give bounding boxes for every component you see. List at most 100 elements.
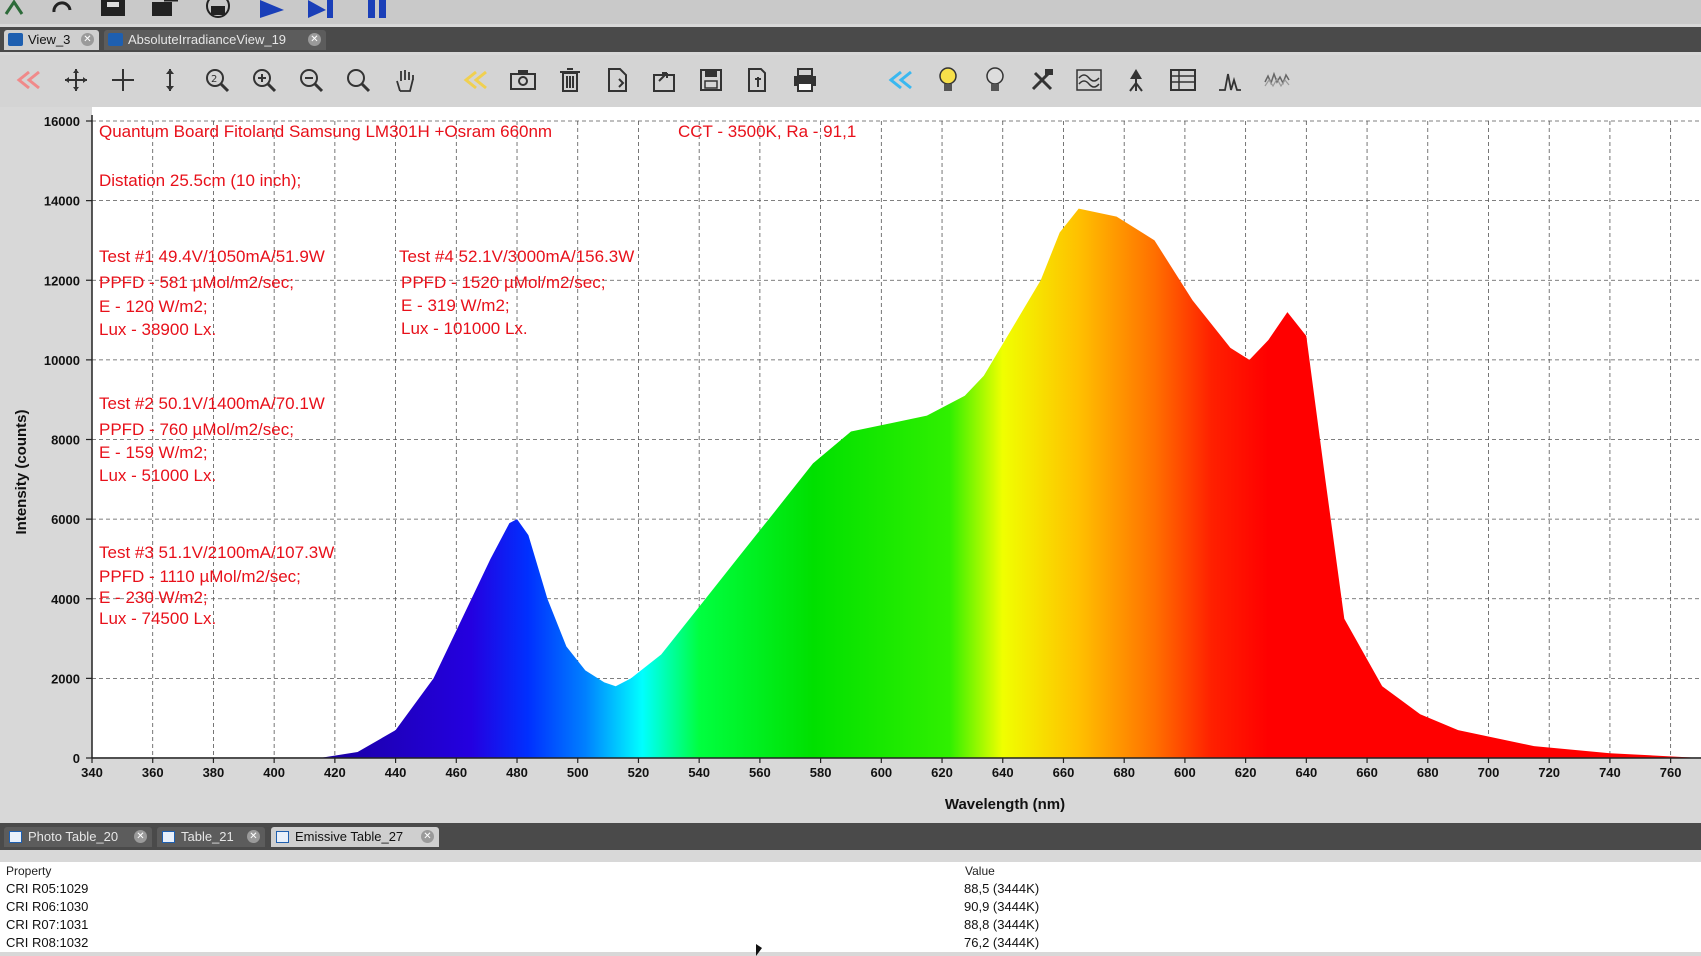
play-icon[interactable] <box>256 0 286 18</box>
zoom-fit-icon[interactable] <box>343 65 373 95</box>
y-axis-label: Intensity (counts) <box>13 409 30 534</box>
table-tab-icon <box>276 831 289 843</box>
move-cross-icon[interactable] <box>61 65 91 95</box>
pause-icon[interactable] <box>364 0 394 18</box>
table-icon[interactable] <box>1168 65 1198 95</box>
value-cell: 90,9 (3444K) <box>964 899 1040 914</box>
column-header-property[interactable]: Property <box>6 864 51 878</box>
x-tick-label: 400 <box>263 765 285 780</box>
annotation-test1-title: Test #1 49.4V/1050mA/51.9W <box>99 247 325 266</box>
table-header: Property Value <box>0 862 1701 879</box>
x-tick-label: 600 <box>1174 765 1196 780</box>
camera-icon[interactable] <box>508 65 538 95</box>
trash-icon[interactable] <box>555 65 585 95</box>
x-tick-label: 460 <box>445 765 467 780</box>
svg-text:2: 2 <box>211 74 217 85</box>
annotation-cct: CCT - 3500K, Ra - 91,1 <box>678 122 856 141</box>
tools-icon[interactable] <box>1027 65 1057 95</box>
x-tick-label: 600 <box>870 765 892 780</box>
x-tick-label: 640 <box>992 765 1014 780</box>
value-cell: 88,5 (3444K) <box>964 881 1040 896</box>
annotation-test3-ppfd: PPFD - 1110 µMol/m2/sec; <box>99 567 301 586</box>
table-tab-bar: Photo Table_20 ✕ Table_21 ✕ Emissive Tab… <box>0 823 1701 850</box>
bulb-off-icon[interactable] <box>980 65 1010 95</box>
tab-absolute-irradiance-view[interactable]: AbsoluteIrradianceView_19 ✕ <box>104 30 326 50</box>
y-tick-label: 16000 <box>44 114 80 129</box>
annotation-test3-title: Test #3 51.1V/2100mA/107.3W <box>99 543 334 562</box>
zoom-reset-icon[interactable]: 2 <box>202 65 232 95</box>
table-row[interactable]: CRI R08:1032 76,2 (3444K) <box>0 934 1701 952</box>
x-tick-label: 420 <box>324 765 346 780</box>
refresh-icon[interactable] <box>48 0 78 18</box>
annotation-test4-lux: Lux - 101000 Lx. <box>401 319 528 338</box>
crosshair-icon[interactable] <box>108 65 138 95</box>
export-icon[interactable] <box>649 65 679 95</box>
y-tick-label: 10000 <box>44 353 80 368</box>
table-tab-icon <box>9 831 22 843</box>
wave-icon[interactable] <box>1074 65 1104 95</box>
annotation-test2-e: E - 159 W/m2; <box>99 443 208 462</box>
pan-hand-icon[interactable] <box>390 65 420 95</box>
table-row[interactable]: CRI R07:1031 88,8 (3444K) <box>0 916 1701 934</box>
x-tick-label: 680 <box>1113 765 1135 780</box>
annotation-test4-title: Test #4 52.1V/3000mA/156.3W <box>399 247 634 266</box>
y-tick-label: 0 <box>73 751 80 766</box>
x-tick-label: 660 <box>1356 765 1378 780</box>
x-tick-labels: 340 360 380 400 420 440 460 480 500 520 540 560 580 6… <box>81 758 1681 780</box>
back-red-icon[interactable] <box>14 65 44 95</box>
property-cell: CRI R05:1029 <box>6 881 89 896</box>
y-tick-label: 2000 <box>51 671 80 686</box>
x-tick-label: 720 <box>1538 765 1560 780</box>
save-icon[interactable] <box>696 65 726 95</box>
table-row[interactable]: CRI R05:1029 88,5 (3444K) <box>0 880 1701 898</box>
close-icon[interactable]: ✕ <box>134 830 147 843</box>
zoom-in-icon[interactable] <box>249 65 279 95</box>
print-icon[interactable] <box>790 65 820 95</box>
value-cell: 88,8 (3444K) <box>964 917 1040 932</box>
annotation-test3-e: E - 230 W/m2; <box>99 588 208 607</box>
bulb-on-icon[interactable] <box>933 65 963 95</box>
x-tick-label: 620 <box>1235 765 1257 780</box>
vertical-arrow-icon[interactable] <box>155 65 185 95</box>
close-icon[interactable]: ✕ <box>81 33 94 46</box>
close-icon[interactable]: ✕ <box>247 830 260 843</box>
x-tick-label: 760 <box>1660 765 1682 780</box>
peak-marker-icon[interactable] <box>1121 65 1151 95</box>
y-tick-label: 12000 <box>44 273 80 288</box>
x-tick-label: 640 <box>1295 765 1317 780</box>
mouse-cursor-icon <box>756 944 762 956</box>
globe-icon[interactable] <box>203 0 233 18</box>
save-top-icon[interactable] <box>98 0 128 18</box>
copy-doc-icon[interactable] <box>602 65 632 95</box>
table-row[interactable]: CRI R06:1030 90,9 (3444K) <box>0 898 1701 916</box>
x-tick-label: 520 <box>628 765 650 780</box>
close-icon[interactable]: ✕ <box>308 33 321 46</box>
tab-table-21[interactable]: Table_21 ✕ <box>157 827 265 847</box>
tab-view-3[interactable]: View_3 ✕ <box>4 30 99 50</box>
back-yellow-icon[interactable] <box>461 65 491 95</box>
import-icon[interactable] <box>150 0 180 18</box>
spectrum-noise-icon[interactable] <box>1262 65 1292 95</box>
property-cell: CRI R07:1031 <box>6 917 89 932</box>
x-tick-label: 440 <box>385 765 407 780</box>
step-icon[interactable] <box>306 0 336 18</box>
tab-photo-table[interactable]: Photo Table_20 ✕ <box>4 827 152 847</box>
spectrum-chart-svg[interactable]: 0 2000 4000 6000 8000 10000 12000 14000 16000 34… <box>0 107 1701 820</box>
value-cell: 76,2 (3444K) <box>964 935 1040 950</box>
spectrum-chart[interactable]: 0 2000 4000 6000 8000 10000 12000 14000 16000 34… <box>0 107 1701 820</box>
doc-settings-icon[interactable] <box>743 65 773 95</box>
spectrum-peak-icon[interactable] <box>1215 65 1245 95</box>
chart-tab-icon <box>8 33 23 46</box>
top-toolbar-strip <box>0 0 1701 24</box>
back-cyan-icon[interactable] <box>886 65 916 95</box>
close-icon[interactable]: ✕ <box>421 830 434 843</box>
x-tick-label: 480 <box>506 765 528 780</box>
y-tick-label: 6000 <box>51 512 80 527</box>
app-logo-icon[interactable] <box>2 0 32 18</box>
chart-tab-icon <box>108 33 123 46</box>
tab-label: Photo Table_20 <box>28 829 119 844</box>
tab-label: View_3 <box>28 32 71 47</box>
zoom-out-icon[interactable] <box>296 65 326 95</box>
column-header-value[interactable]: Value <box>965 864 995 878</box>
tab-emissive-table[interactable]: Emissive Table_27 ✕ <box>271 827 439 847</box>
